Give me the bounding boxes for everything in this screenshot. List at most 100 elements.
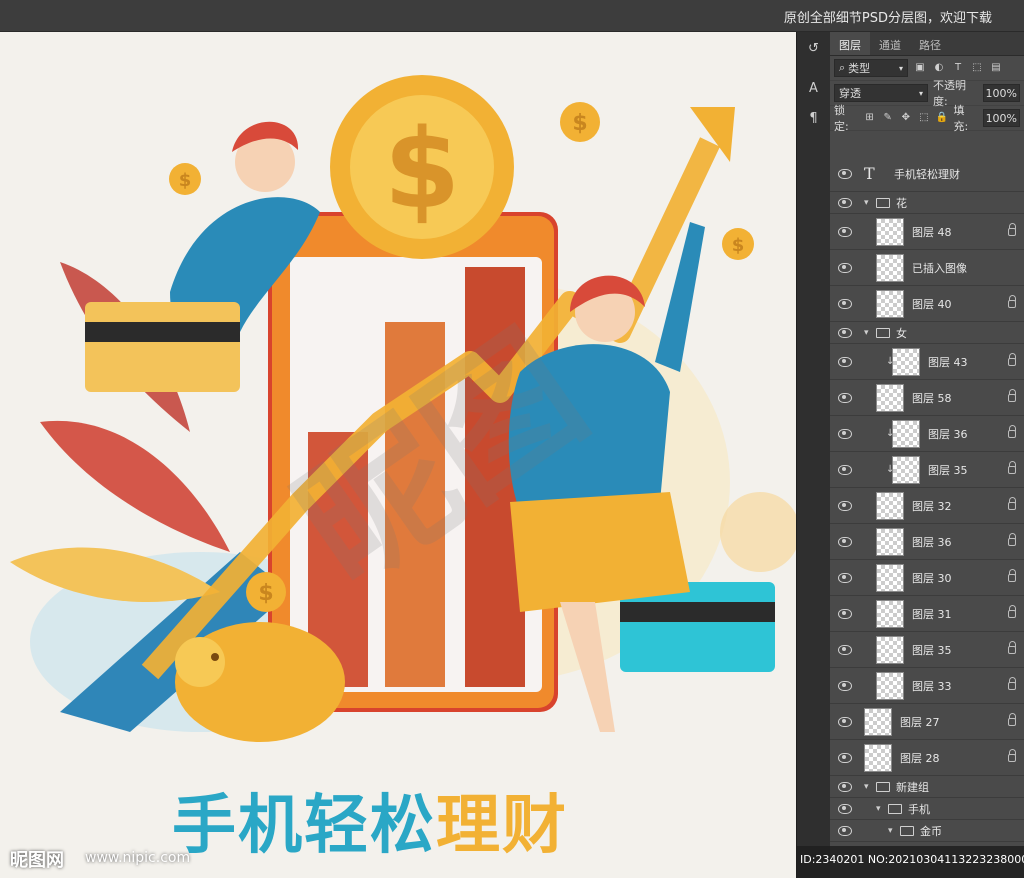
layer-name: 图层 43 [928,355,968,369]
document-canvas[interactable]: $ $ $ $ $ 昵图 手机轻松理财 昵图网 www.nipic.com [0,32,796,878]
layer-thumbnail[interactable] [892,455,920,484]
chevron-down-icon[interactable]: ▾ [876,804,881,814]
svg-text:$: $ [179,170,192,191]
smart-object-filter-icon[interactable]: ▤ [989,61,1003,75]
layer-row[interactable]: ↓ 图层 43 [830,344,1024,380]
lock-icon [1008,640,1016,654]
visibility-eye-icon[interactable] [838,168,852,179]
lock-icon [1008,532,1016,546]
download-tip: 原创全部细节PSD分层图，欢迎下载 [783,11,992,26]
layer-thumbnail[interactable] [864,743,892,772]
layer-row[interactable]: ↓ 图层 36 [830,416,1024,452]
lock-icon [1008,294,1016,308]
lock-image-icon[interactable]: ✎ [881,111,894,125]
lock-transparent-icon[interactable]: ⊞ [863,111,876,125]
visibility-eye-icon[interactable] [838,464,852,475]
layer-thumbnail[interactable] [876,253,904,282]
visibility-eye-icon[interactable] [838,803,852,814]
visibility-eye-icon[interactable] [838,716,852,727]
layer-thumbnail[interactable] [876,635,904,664]
layer-row[interactable]: 图层 58 [830,380,1024,416]
layer-row[interactable]: 图层 48 [830,214,1024,250]
layer-row[interactable]: 图层 35 [830,632,1024,668]
layer-group-row[interactable]: ▾ 手机 [830,798,1024,820]
visibility-eye-icon[interactable] [838,572,852,583]
layer-group-row[interactable]: ▾ 新建组 [830,776,1024,798]
layer-thumbnail[interactable] [892,419,920,448]
layer-name: 手机轻松理财 [894,167,960,181]
visibility-eye-icon[interactable] [838,752,852,763]
layer-row[interactable]: 已插入图像 [830,250,1024,286]
layer-row[interactable]: ↓ 图层 35 [830,452,1024,488]
visibility-eye-icon[interactable] [838,500,852,511]
layer-thumbnail[interactable] [876,671,904,700]
blend-mode-select[interactable]: 穿透 ▾ [834,84,928,102]
layer-row[interactable]: 图层 30 [830,560,1024,596]
layer-row[interactable]: T 手机轻松理财 [830,156,1024,192]
visibility-eye-icon[interactable] [838,327,852,338]
layer-row[interactable]: 图层 40 [830,286,1024,322]
chevron-down-icon[interactable]: ▾ [864,328,869,338]
layer-row[interactable]: 图层 28 [830,740,1024,776]
visibility-eye-icon[interactable] [838,825,852,836]
lock-all-icon[interactable]: 🔒 [935,111,948,125]
chevron-down-icon[interactable]: ▾ [888,826,893,836]
tab-layers[interactable]: 图层 [830,32,870,55]
layer-row[interactable]: 图层 36 [830,524,1024,560]
history-icon[interactable]: ↺ [801,36,827,62]
visibility-eye-icon[interactable] [838,680,852,691]
tab-channels[interactable]: 通道 [870,32,910,55]
visibility-eye-icon[interactable] [838,392,852,403]
layer-thumbnail[interactable] [876,527,904,556]
fill-input[interactable]: 100% [982,109,1021,127]
layers-panel: 图层 通道 路径 ⌕ 类型 ▾ ▣ ◐ T ⬚ ▤ 穿透 ▾ 不透明度: 100… [830,32,1024,878]
watermark-logo: 昵图网 [10,850,64,871]
visibility-eye-icon[interactable] [838,536,852,547]
watermark-url: www.nipic.com [85,850,191,866]
type-filter-icon[interactable]: T [951,61,965,75]
visibility-eye-icon[interactable] [838,262,852,273]
lock-icon [1008,496,1016,510]
layer-thumbnail[interactable] [876,491,904,520]
layer-row[interactable]: 图层 31 [830,596,1024,632]
visibility-eye-icon[interactable] [838,197,852,208]
lock-position-icon[interactable]: ✥ [899,111,912,125]
tab-paths[interactable]: 路径 [910,32,950,55]
layer-row[interactable]: 图层 27 [830,704,1024,740]
layer-thumbnail[interactable] [876,599,904,628]
layer-thumbnail[interactable] [892,347,920,376]
layer-group-row[interactable]: ▾ 金币 [830,820,1024,842]
lock-icon [1008,676,1016,690]
lock-icon [1008,568,1016,582]
layer-thumbnail[interactable] [876,217,904,246]
visibility-eye-icon[interactable] [838,644,852,655]
chevron-down-icon[interactable]: ▾ [864,198,869,208]
layer-row[interactable]: 图层 33 [830,668,1024,704]
filter-kind-select[interactable]: ⌕ 类型 ▾ [834,59,908,77]
layer-thumbnail[interactable] [864,707,892,736]
layer-row[interactable]: 图层 32 [830,488,1024,524]
visibility-eye-icon[interactable] [838,226,852,237]
character-icon[interactable]: A [801,76,827,102]
visibility-eye-icon[interactable] [838,356,852,367]
folder-icon [876,781,890,792]
layer-name: 女 [896,326,907,340]
layer-group-row[interactable]: ▾ 女 [830,322,1024,344]
layer-thumbnail[interactable] [876,563,904,592]
visibility-eye-icon[interactable] [838,298,852,309]
paragraph-icon[interactable]: ¶ [801,106,827,132]
visibility-eye-icon[interactable] [838,781,852,792]
image-filter-icon[interactable]: ▣ [913,61,927,75]
chevron-down-icon[interactable]: ▾ [864,782,869,792]
layer-thumbnail[interactable] [876,383,904,412]
visibility-eye-icon[interactable] [838,608,852,619]
shape-filter-icon[interactable]: ⬚ [970,61,984,75]
title-bar: 原创全部细节PSD分层图，欢迎下载 [0,0,1024,32]
lock-artboard-icon[interactable]: ⬚ [917,111,930,125]
opacity-input[interactable]: 100% [982,84,1020,102]
layer-thumbnail[interactable] [876,289,904,318]
lock-icon [1008,222,1016,236]
visibility-eye-icon[interactable] [838,428,852,439]
layer-group-row[interactable]: ▾ 花 [830,192,1024,214]
adjustment-filter-icon[interactable]: ◐ [932,61,946,75]
